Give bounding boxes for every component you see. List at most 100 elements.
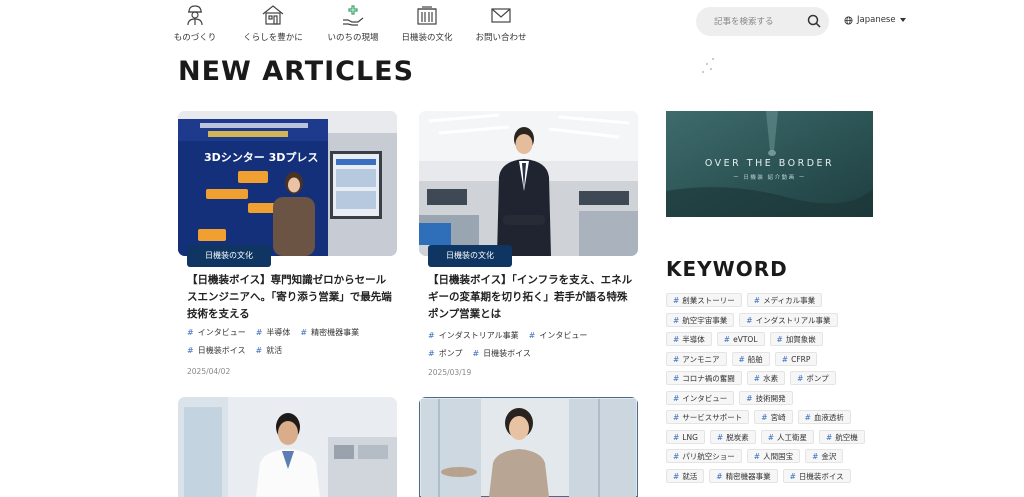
hash-icon: #: [716, 471, 723, 481]
hash-icon: #: [300, 328, 308, 337]
keyword-tag[interactable]: # 就活: [666, 468, 705, 483]
thumbnail-image: [419, 111, 638, 256]
svg-text:3Dシンター 3Dプレス: 3Dシンター 3Dプレス: [204, 150, 318, 164]
hash-icon: #: [673, 471, 680, 481]
keyword-tag[interactable]: # CFRP: [774, 351, 818, 366]
keyword-tag[interactable]: # 創業ストーリー: [666, 293, 742, 307]
hash-icon: #: [673, 354, 680, 364]
hash-icon: #: [673, 335, 680, 344]
hash-icon: #: [723, 335, 731, 344]
keyword-tag[interactable]: # パリ航空ショー: [666, 449, 742, 463]
article-title[interactable]: 【日機装ボイス】専門知識ゼロからセールスエンジニアへ。「寄り添う営業」で最先端技…: [187, 272, 392, 323]
keyword-tag[interactable]: # インダストリアル事業: [739, 312, 838, 327]
hash-icon: #: [673, 315, 680, 325]
keyword-tag[interactable]: # 加賀象嵌: [769, 332, 823, 346]
thumbnail-image: [419, 397, 638, 497]
article-card[interactable]: [178, 397, 397, 497]
article-date: 2025/04/02: [187, 367, 231, 376]
hash-icon: #: [673, 374, 680, 383]
keyword-tag[interactable]: # 宮崎: [754, 410, 793, 424]
thumbnail-image: 3Dシンター 3Dプレス: [178, 111, 397, 256]
article-tags: # インタビュー # 半導体 # 精密機器事業 # 日機装ボイス # 就活: [187, 327, 397, 363]
keyword-tag[interactable]: # eVTOL: [716, 332, 765, 346]
keyword-tag[interactable]: # 脱炭素: [709, 429, 756, 444]
hash-icon: #: [761, 413, 768, 422]
hash-icon: #: [472, 349, 480, 358]
nav-item-kurashi[interactable]: くらしを豊かに: [228, 4, 318, 43]
mail-icon: [491, 8, 511, 23]
building-icon: [417, 6, 437, 25]
hash-icon: #: [753, 374, 761, 383]
article-card[interactable]: [419, 397, 638, 497]
keyword-tag[interactable]: # 金沢: [805, 449, 844, 463]
hash-icon: #: [767, 432, 774, 442]
article-card[interactable]: 日機装の文化 【日機装ボイス】「インフラを支え、エネルギーの変革期を切り拓く」若…: [419, 111, 638, 377]
hash-icon: #: [753, 452, 761, 461]
promo-video-banner[interactable]: OVER THE BORDER ー 日機装 紹介動画 ー: [666, 111, 873, 217]
article-title[interactable]: 【日機装ボイス】「インフラを支え、エネルギーの変革期を切り拓く」若手が語る特殊ポ…: [428, 272, 633, 323]
category-badge[interactable]: 日機装の文化: [428, 245, 512, 267]
search-input[interactable]: [696, 16, 796, 27]
keyword-tag[interactable]: # 水素: [746, 371, 786, 385]
hash-icon: #: [673, 393, 680, 403]
article-thumbnail[interactable]: [419, 111, 638, 256]
tag-link[interactable]: # 半導体: [256, 327, 291, 338]
tag-link[interactable]: # 日機装ボイス: [472, 348, 530, 359]
hash-icon: #: [781, 354, 789, 364]
nav-label: お問い合わせ: [475, 33, 527, 43]
hash-icon: #: [673, 413, 680, 422]
keyword-tag[interactable]: # 半導体: [666, 332, 712, 346]
keyword-tag[interactable]: # 人間国宝: [746, 449, 801, 463]
keyword-tag[interactable]: # 船舶: [731, 351, 770, 366]
keyword-tag[interactable]: # コロナ禍の奮闘: [666, 371, 742, 385]
keyword-tag[interactable]: # 技術開発: [739, 390, 793, 405]
globe-icon: [844, 15, 853, 25]
tag-link[interactable]: # インタビュー: [529, 330, 588, 341]
nav-item-monozukuri[interactable]: ものづくり: [150, 4, 240, 43]
keyword-tag[interactable]: # 航空機: [819, 429, 865, 444]
tag-link[interactable]: # ポンプ: [428, 348, 462, 359]
article-date: 2025/03/19: [428, 368, 472, 377]
keyword-tag[interactable]: # 航空宇宙事業: [666, 312, 735, 327]
tag-link[interactable]: # インダストリアル事業: [428, 330, 519, 341]
nav-label: いのちの現場: [327, 33, 379, 43]
keyword-list: # 創業ストーリー # メディカル事業 # 航空宇宙事業 # インダストリアル事業 # 半…: [666, 293, 876, 488]
tag-link[interactable]: # 日機装ボイス: [187, 345, 245, 356]
tag-link[interactable]: # 精密機器事業: [300, 327, 359, 338]
keyword-tag[interactable]: # 血液透析: [797, 410, 851, 424]
article-thumbnail[interactable]: 3Dシンター 3Dプレス: [178, 111, 397, 256]
hash-icon: #: [789, 471, 796, 481]
keyword-tag[interactable]: # 日機装ボイス: [782, 468, 851, 483]
hash-icon: #: [804, 413, 811, 422]
banner-subtitle: ー 日機装 紹介動画 ー: [733, 175, 806, 181]
thumbnail-image: [178, 397, 397, 497]
article-card[interactable]: 3Dシンター 3Dプレス 日機装の文化 【日機装ボイス】専門知識ゼロからセールス…: [178, 111, 397, 376]
article-thumbnail[interactable]: [419, 397, 638, 497]
keyword-tag[interactable]: # アンモニア: [666, 351, 727, 366]
keyword-tag[interactable]: # LNG: [666, 429, 705, 444]
language-selector[interactable]: Japanese: [844, 15, 906, 25]
hash-icon: #: [528, 331, 536, 340]
keyword-tag[interactable]: # ポンプ: [790, 371, 836, 385]
house-icon: [262, 5, 284, 25]
tag-link[interactable]: # 就活: [255, 345, 282, 356]
page-heading: NEW ARTICLES: [178, 56, 415, 87]
hash-icon: #: [826, 432, 833, 442]
article-thumbnail[interactable]: [178, 397, 397, 497]
hash-icon: #: [812, 452, 819, 461]
search-icon[interactable]: [807, 14, 821, 28]
keyword-tag[interactable]: # 精密機器事業: [709, 468, 778, 483]
keyword-tag[interactable]: # 人工衛星: [760, 429, 814, 444]
language-label: Japanese: [857, 15, 896, 25]
keyword-tag[interactable]: # インタビュー: [666, 390, 735, 405]
nav-item-contact[interactable]: お問い合わせ: [456, 4, 546, 43]
banner-title: OVER THE BORDER: [704, 158, 835, 169]
top-nav: ものづくり くらしを豊かに いのちの現場 日機装の文化 お問い合わせ 記事を検索…: [0, 0, 1024, 48]
keyword-tag[interactable]: # サービスサポート: [666, 410, 750, 424]
tag-link[interactable]: # インタビュー: [187, 327, 246, 338]
hash-icon: #: [738, 354, 745, 364]
keyword-tag[interactable]: # メディカル事業: [746, 293, 823, 307]
hash-icon: #: [753, 296, 761, 305]
category-badge[interactable]: 日機装の文化: [187, 245, 271, 267]
hash-icon: #: [255, 328, 263, 337]
